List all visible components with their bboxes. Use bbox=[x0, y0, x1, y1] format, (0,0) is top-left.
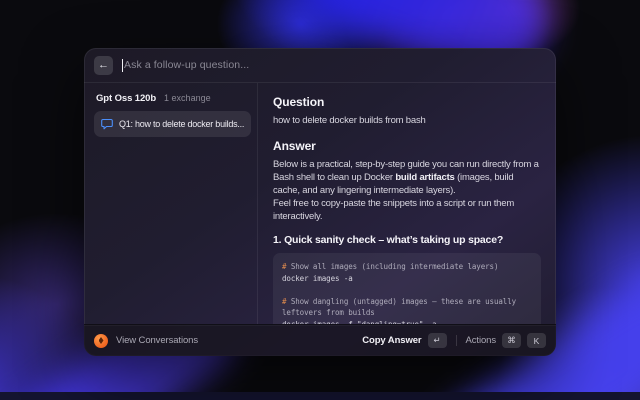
return-keycap: ↵ bbox=[428, 333, 447, 348]
model-name: Gpt Oss 120b bbox=[96, 93, 156, 104]
code-line: # Show all images (including intermediat… bbox=[282, 261, 532, 273]
answer-heading: Answer bbox=[273, 139, 541, 153]
sidebar-header: Gpt Oss 120b 1 exchange bbox=[94, 91, 251, 111]
window-body: Gpt Oss 120b 1 exchange Q1: how to delet… bbox=[84, 83, 556, 324]
sidebar-item-label: Q1: how to delete docker builds... bbox=[119, 119, 244, 129]
cmd-keycap: ⌘ bbox=[502, 333, 521, 348]
diamond-glyph bbox=[99, 337, 104, 344]
copy-answer-button[interactable]: Copy Answer bbox=[362, 335, 421, 346]
question-heading: Question bbox=[273, 95, 541, 109]
sidebar-item-q1[interactable]: Q1: how to delete docker builds... bbox=[94, 111, 251, 137]
code-line: leftovers from builds bbox=[282, 307, 532, 319]
command-text: docker images -a bbox=[282, 274, 353, 283]
conversation-sidebar: Gpt Oss 120b 1 exchange Q1: how to delet… bbox=[84, 83, 258, 324]
answer-pane[interactable]: Question how to delete docker builds fro… bbox=[258, 83, 556, 324]
followup-input-placeholder: Ask a follow-up question... bbox=[124, 59, 249, 71]
section-heading: 1. Quick sanity check – what’s taking up… bbox=[273, 234, 541, 246]
exchange-count: 1 exchange bbox=[164, 93, 211, 103]
k-keycap: K bbox=[527, 333, 546, 348]
view-conversations-label[interactable]: View Conversations bbox=[116, 335, 198, 346]
comment-text: Show all images (including intermediate … bbox=[286, 262, 498, 271]
followup-input[interactable]: Ask a follow-up question... bbox=[122, 59, 546, 72]
actions-button[interactable]: Actions bbox=[466, 335, 496, 346]
followup-input-bar: ← Ask a follow-up question... bbox=[84, 48, 556, 83]
comment-text: leftovers from builds bbox=[282, 308, 375, 317]
wallpaper-bottom-strip bbox=[0, 392, 640, 400]
answer-paragraph: Below is a practical, step-by-step guide… bbox=[273, 158, 541, 223]
back-button[interactable]: ← bbox=[94, 56, 113, 75]
ai-chat-window: ← Ask a follow-up question... Gpt Oss 12… bbox=[84, 48, 556, 356]
raycast-orange-icon bbox=[94, 334, 108, 348]
chat-bubble-icon bbox=[101, 118, 113, 130]
code-line: # Show dangling (untagged) images – thes… bbox=[282, 296, 532, 308]
divider bbox=[456, 335, 457, 346]
code-blank-line bbox=[282, 284, 532, 296]
action-bar: View Conversations Copy Answer ↵ Actions… bbox=[84, 324, 556, 356]
answer-text-bold: build artifacts bbox=[395, 172, 454, 183]
action-bar-right: Copy Answer ↵ Actions ⌘ K bbox=[362, 333, 546, 348]
text-cursor bbox=[122, 59, 123, 72]
answer-text-3: Feel free to copy-paste the snippets int… bbox=[273, 198, 514, 222]
code-line: docker images -a bbox=[282, 273, 532, 285]
back-arrow-icon: ← bbox=[98, 60, 109, 71]
comment-text: Show dangling (untagged) images – these … bbox=[286, 297, 516, 306]
code-block[interactable]: # Show all images (including intermediat… bbox=[273, 253, 541, 324]
question-text: how to delete docker builds from bash bbox=[273, 114, 541, 127]
